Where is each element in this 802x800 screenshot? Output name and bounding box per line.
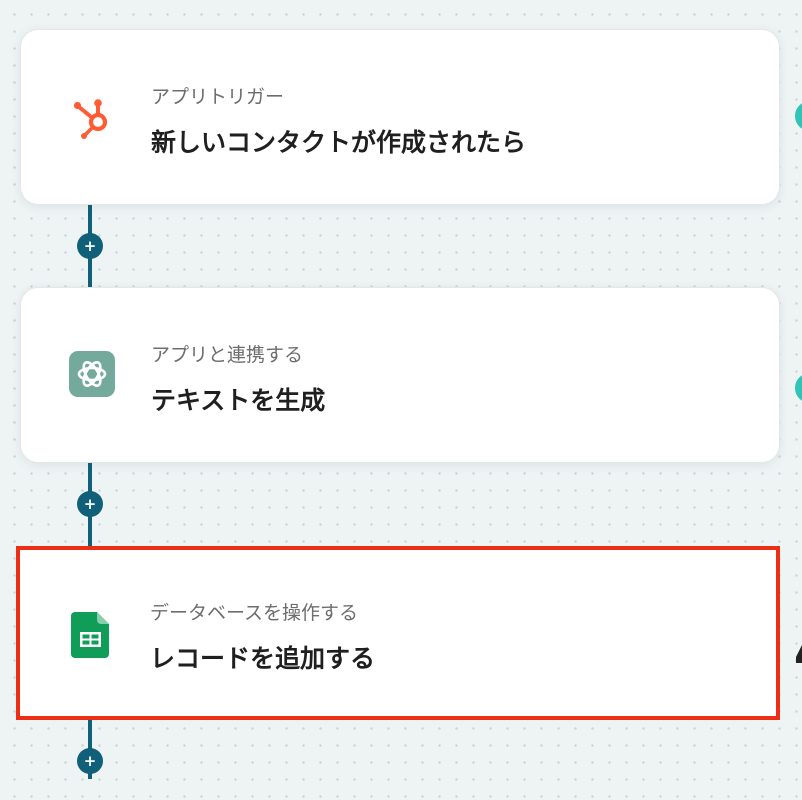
step-category-label: アプリと連携する [151,344,304,366]
step-category-label: アプリトリガー [151,86,285,108]
step-title: テキストを生成 [151,386,326,415]
pen-icon [796,645,802,663]
step-title: 新しいコンタクトが作成されたら [151,128,527,157]
hubspot-icon [69,95,115,141]
step-category-label: データベースを操作する [150,602,359,624]
side-status-indicator [795,101,802,131]
add-step-button[interactable]: + [77,491,103,517]
chatgpt-icon [69,351,115,397]
flow-step-database[interactable]: データベースを操作する レコードを追加する [16,546,780,720]
google-sheets-icon [68,612,114,658]
flow-step-action[interactable]: アプリと連携する テキストを生成 [20,287,780,463]
side-status-indicator [795,373,802,403]
flow-canvas: アプリトリガー 新しいコンタクトが作成されたら + アプリと連携する テキストを… [0,0,802,800]
add-step-button[interactable]: + [77,748,103,774]
flow-step-trigger[interactable]: アプリトリガー 新しいコンタクトが作成されたら [20,29,780,205]
step-title: レコードを追加する [150,644,376,673]
add-step-button[interactable]: + [77,233,103,259]
